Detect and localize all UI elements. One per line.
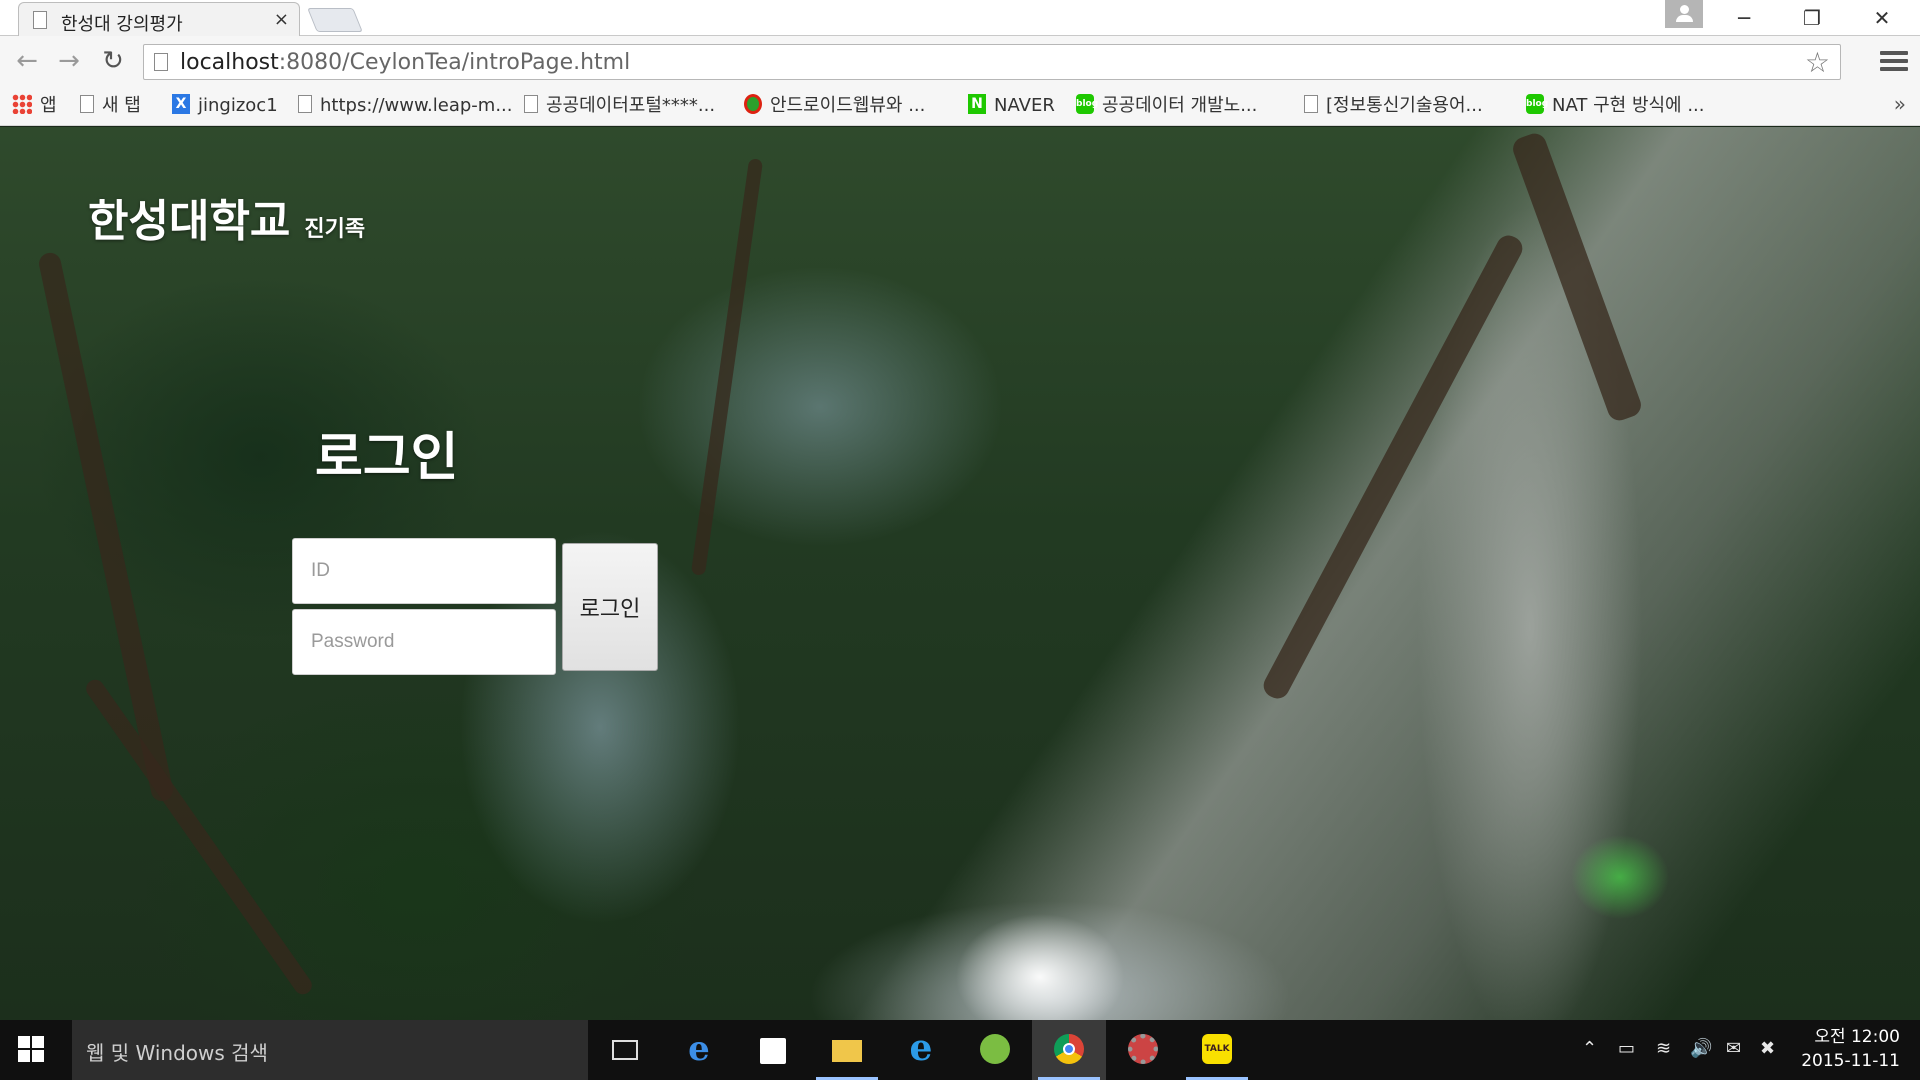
site-subtitle: 진기족 [304,217,366,242]
site-title: 한성대학교 진기족 [88,185,365,249]
bookmarks-overflow-icon[interactable]: » [1894,92,1906,116]
profile-icon[interactable] [1665,0,1703,28]
reload-icon[interactable]: ↻ [96,44,130,78]
branch-shape [690,158,764,576]
task-view-icon[interactable] [588,1020,662,1080]
page-icon [80,95,94,113]
chrome-icon[interactable] [1032,1020,1106,1080]
login-heading: 로그인 [315,428,459,488]
file-explorer-icon[interactable] [810,1020,884,1080]
bookmark-item[interactable]: [정보통신기술용어... [1304,92,1483,120]
bookmark-item[interactable]: 안드로이드웹뷰와 ... [744,92,925,120]
url-host: localhost [180,50,279,75]
bookmark-label: 앱 [40,95,57,116]
bookmark-label: 새 탭 [102,95,141,116]
forward-arrow-icon[interactable]: → [52,44,86,78]
page-icon [298,95,312,113]
bookmark-item[interactable]: 앱 [12,92,57,120]
android-studio-icon[interactable] [958,1020,1032,1080]
page-icon [1304,95,1318,113]
password-input[interactable] [292,609,556,675]
minimize-button[interactable]: ─ [1724,4,1764,32]
new-tab-button[interactable] [307,8,363,32]
circle-app-icon [744,94,762,114]
blog-icon: blog [1076,94,1098,114]
browser-tab-strip: 한성대 강의평가 × ─ ❐ ✕ [0,0,1920,36]
id-input[interactable] [292,538,556,604]
internet-explorer-icon[interactable]: e [884,1020,958,1080]
url-path: :8080/CeylonTea/introPage.html [278,50,631,75]
bookmark-item[interactable]: blog NAT 구현 방식에 ... [1526,92,1705,120]
url-text[interactable]: localhost:8080/CeylonTea/introPage.html [180,50,630,75]
windows-taskbar: 웹 및 Windows 검색 e e TALK ⌃ ▭ ≋ 🔊 ✉ ✖ 오전 1… [0,1020,1920,1080]
wifi-icon[interactable]: ≋ [1656,1038,1671,1059]
bookmark-label: 안드로이드웹뷰와 ... [770,95,926,116]
x-app-icon: X [172,94,190,114]
volume-icon[interactable]: 🔊 [1690,1038,1712,1059]
browser-toolbar: ← → ↻ localhost:8080/CeylonTea/introPage… [0,36,1920,86]
bookmark-item[interactable]: 새 탭 [80,92,141,120]
browser-tab[interactable]: 한성대 강의평가 × [18,2,300,36]
battery-icon[interactable]: ▭ [1618,1038,1635,1059]
restore-button[interactable]: ❐ [1792,4,1832,32]
blog-icon: blog [1526,94,1548,114]
menu-icon[interactable] [1880,51,1908,73]
bookmark-label: 공공데이터포털****... [546,95,716,116]
bookmark-item[interactable]: 공공데이터포털****... [524,92,715,120]
tab-close-icon[interactable]: × [274,9,289,30]
action-center-icon[interactable]: ✉ [1726,1038,1741,1059]
branch-shape [1259,231,1527,703]
edge-icon[interactable]: e [662,1020,736,1080]
chevron-up-icon[interactable]: ⌃ [1582,1038,1597,1059]
bookmark-label: NAVER [994,95,1055,116]
bookmark-item[interactable]: N NAVER [968,92,1055,120]
site-title-text: 한성대학교 [88,196,291,247]
windows-start-icon[interactable] [18,1036,46,1064]
store-icon[interactable] [736,1020,810,1080]
kakaotalk-icon[interactable]: TALK [1180,1020,1254,1080]
settings-gear-app-icon[interactable] [1106,1020,1180,1080]
clock[interactable]: 오전 12:00 2015-11-11 [1800,1025,1900,1073]
bookmark-star-icon[interactable]: ☆ [1805,46,1830,79]
page-icon [33,11,47,29]
clock-time: 오전 12:00 [1814,1027,1900,1047]
bookmark-label: [정보통신기술용어... [1326,95,1483,116]
close-window-button[interactable]: ✕ [1862,4,1902,32]
taskbar-search-text: 웹 및 Windows 검색 [86,1041,268,1065]
page-icon [524,95,538,113]
status-x-icon[interactable]: ✖ [1760,1038,1775,1059]
taskbar-search-box[interactable]: 웹 및 Windows 검색 [72,1020,588,1080]
bookmark-item[interactable]: blog 공공데이터 개발노... [1076,92,1257,120]
back-arrow-icon[interactable]: ← [10,44,44,78]
bookmark-label: https://www.leap-m... [320,95,513,116]
bookmarks-bar: 앱 새 탭 Xjingizoc1 https://www.leap-m... 공… [0,86,1920,126]
apps-icon [12,94,32,114]
branch-shape [82,676,316,998]
bookmark-label: NAT 구현 방식에 ... [1552,95,1705,116]
naver-icon: N [968,94,986,114]
login-button[interactable]: 로그인 [562,543,658,671]
clock-date: 2015-11-11 [1801,1051,1900,1071]
bookmark-item[interactable]: https://www.leap-m... [298,92,512,120]
address-bar[interactable]: localhost:8080/CeylonTea/introPage.html … [143,44,1841,80]
bookmark-item[interactable]: Xjingizoc1 [172,92,278,120]
bookmark-label: jingizoc1 [198,95,278,116]
page-icon [154,53,168,71]
tab-title: 한성대 강의평가 [61,14,183,35]
login-page: 한성대학교 진기족 로그인 로그인 [0,127,1920,1020]
bookmark-label: 공공데이터 개발노... [1102,95,1258,116]
branch-shape [1509,130,1645,424]
